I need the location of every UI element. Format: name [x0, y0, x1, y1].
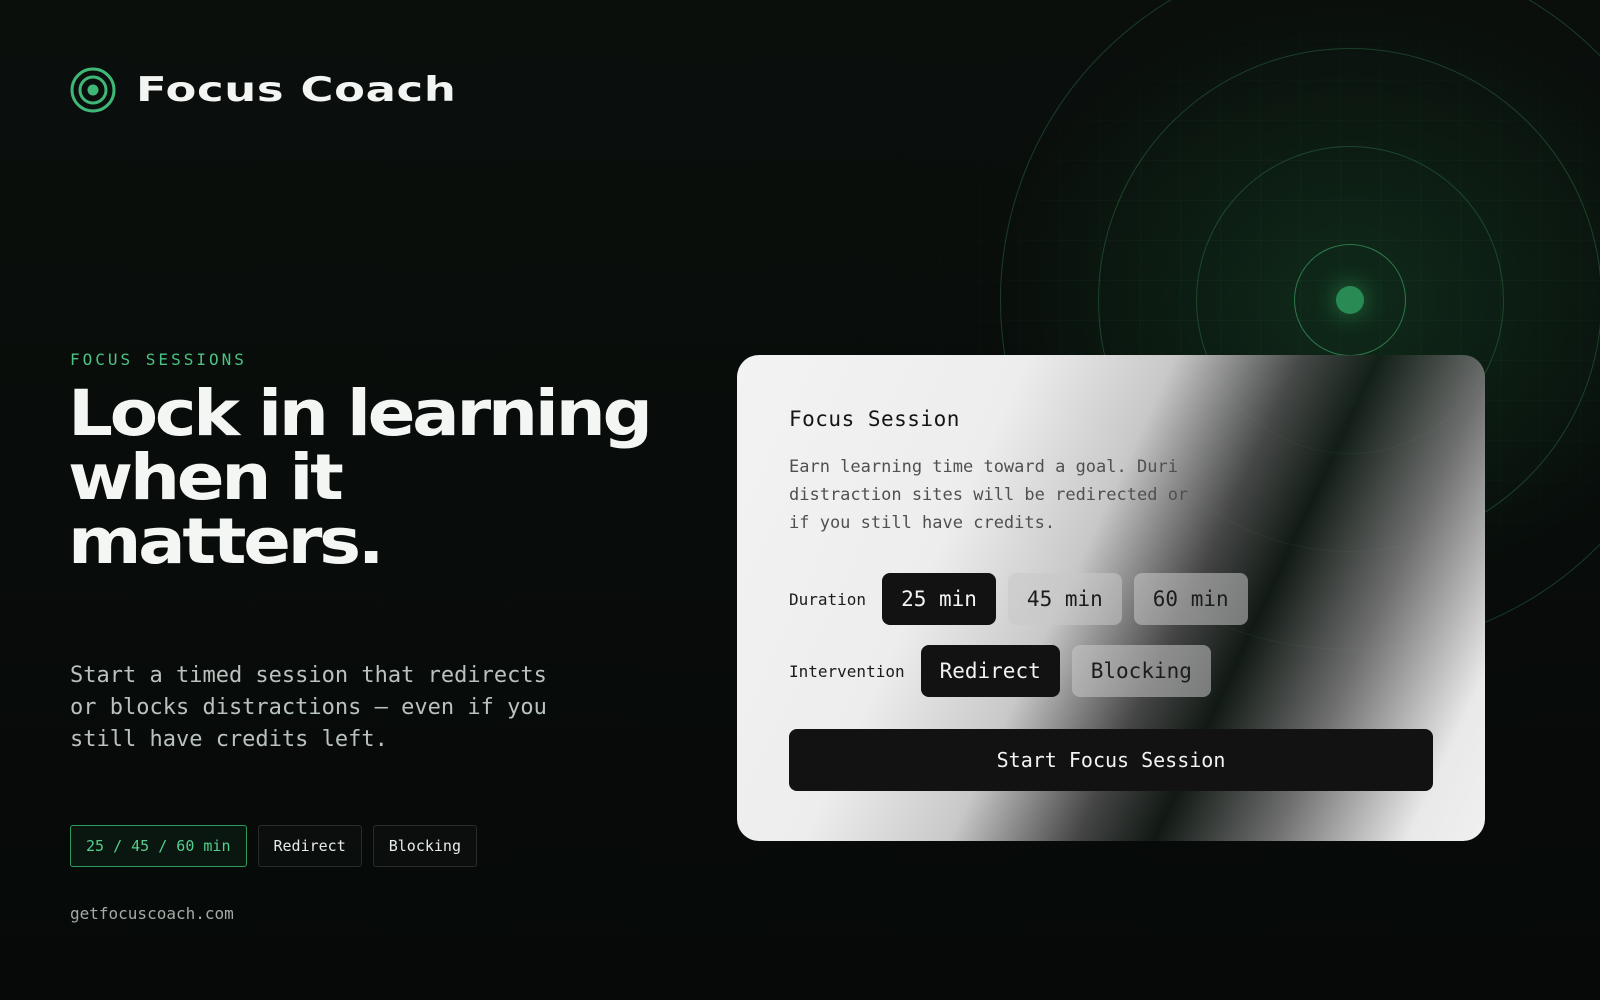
feature-chips: 25 / 45 / 60 min Redirect Blocking [70, 825, 477, 867]
card-description-line-2: distraction sites will be redirected or [789, 485, 1189, 505]
duration-row: Duration 25 min 45 min 60 min [789, 573, 1433, 625]
target-icon [70, 67, 116, 113]
card-description-line-1: Earn learning time toward a goal. Duri [789, 457, 1178, 477]
hero-headline: Lock in learning when it matters. [68, 377, 653, 578]
intervention-option-blocking[interactable]: Blocking [1071, 645, 1211, 697]
hero-subtext: Start a timed session that redirects or … [70, 663, 547, 752]
card-description: Earn learning time toward a goal. Duri d… [789, 453, 1409, 537]
duration-label: Duration [789, 589, 867, 609]
hero-eyebrow: FOCUS SESSIONS [70, 350, 247, 369]
duration-option-25[interactable]: 25 min [882, 573, 996, 625]
duration-option-45[interactable]: 45 min [1007, 573, 1122, 625]
site-url[interactable]: getfocuscoach.com [70, 904, 234, 923]
intervention-label: Intervention [789, 661, 905, 681]
chip-redirect: Redirect [257, 825, 362, 867]
brand[interactable]: Focus Coach [70, 66, 456, 114]
start-focus-session-button[interactable]: Start Focus Session [789, 729, 1433, 791]
chip-durations: 25 / 45 / 60 min [70, 825, 247, 867]
card-title: Focus Session [789, 407, 960, 431]
radar-center-dot [1336, 286, 1364, 314]
intervention-row: Intervention Redirect Blocking [789, 645, 1433, 697]
focus-session-card: Focus Session Earn learning time toward … [737, 355, 1485, 841]
intervention-option-redirect[interactable]: Redirect [920, 645, 1060, 697]
card-description-line-3: if you still have credits. [789, 513, 1056, 533]
chip-blocking: Blocking [372, 825, 477, 867]
duration-option-60[interactable]: 60 min [1133, 573, 1248, 625]
brand-name: Focus Coach [136, 70, 457, 110]
page-background: Focus Coach FOCUS SESSIONS Lock in learn… [0, 0, 1600, 1000]
